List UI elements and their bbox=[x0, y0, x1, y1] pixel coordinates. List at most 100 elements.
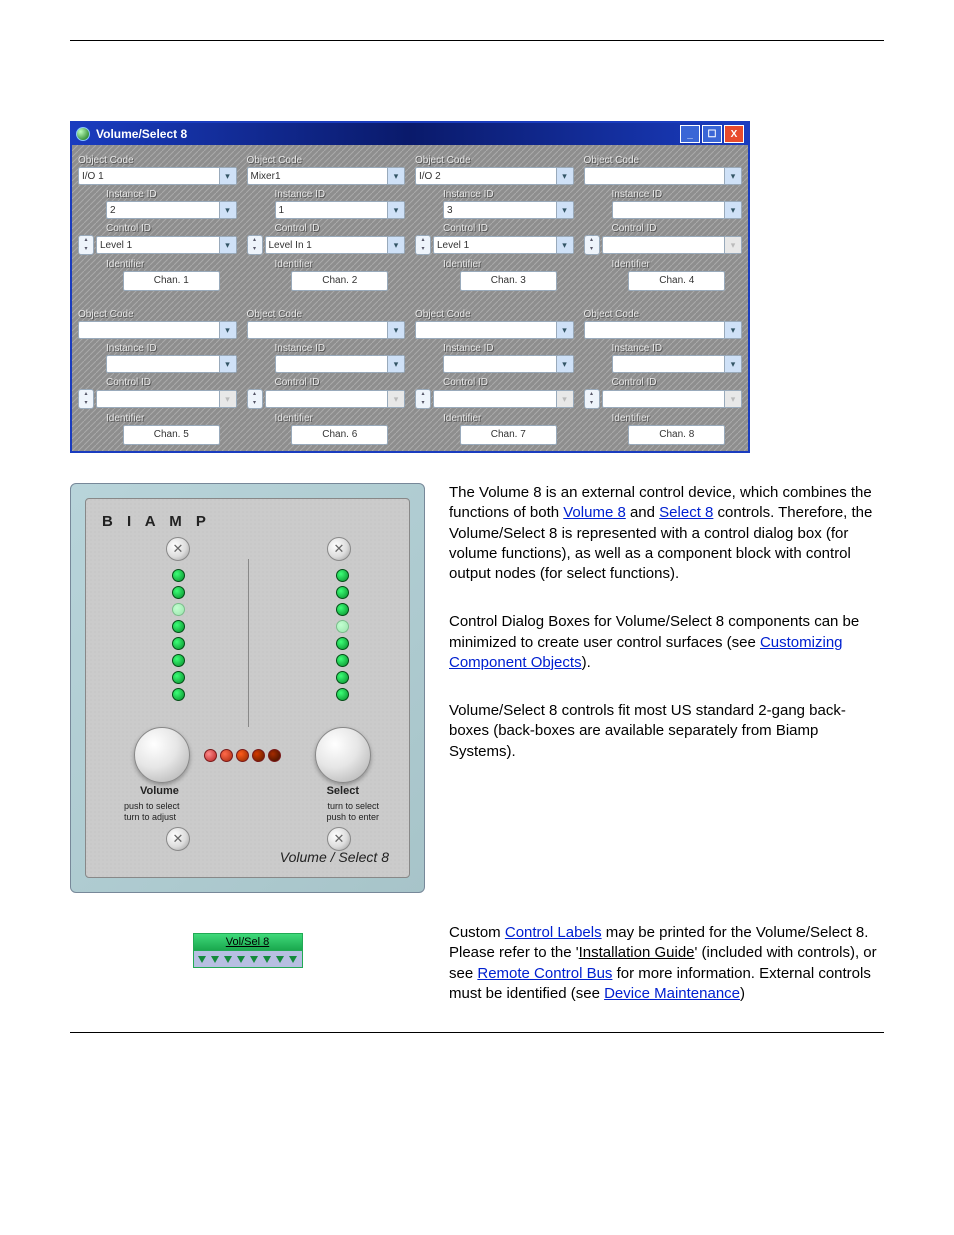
instance-id-select[interactable]: ▾ bbox=[275, 355, 406, 373]
identifier-field[interactable]: Chan. 2 bbox=[291, 271, 388, 291]
instance-id-select[interactable]: 3▾ bbox=[443, 201, 574, 219]
control-id-label: Control ID bbox=[612, 377, 743, 388]
object-code-label: Object Code bbox=[415, 155, 574, 166]
select8-link[interactable]: Select 8 bbox=[659, 504, 713, 521]
volume-knob[interactable] bbox=[134, 727, 190, 783]
identifier-label: Identifier bbox=[106, 413, 237, 424]
chevron-down-icon: ▾ bbox=[219, 202, 236, 218]
control-id-label: Control ID bbox=[106, 223, 237, 234]
minimize-button[interactable]: _ bbox=[680, 125, 700, 143]
control-id-label: Control ID bbox=[612, 223, 743, 234]
remote-control-bus-link[interactable]: Remote Control Bus bbox=[477, 965, 612, 982]
control-id-select[interactable]: Level 1▾ bbox=[433, 236, 574, 254]
screw-icon: ✕ bbox=[166, 537, 190, 561]
select-sublabel: turn to selectpush to enter bbox=[326, 801, 379, 823]
instance-id-label: Instance ID bbox=[275, 343, 406, 354]
object-code-label: Object Code bbox=[247, 155, 406, 166]
order-stepper[interactable]: ▴▾ bbox=[415, 235, 431, 255]
chevron-down-icon: ▾ bbox=[219, 356, 236, 372]
order-stepper: ▴▾ bbox=[584, 235, 600, 255]
volume-label: Volume bbox=[140, 785, 179, 797]
identifier-field[interactable]: Chan. 6 bbox=[291, 425, 388, 445]
instance-id-select[interactable]: ▾ bbox=[443, 355, 574, 373]
identifier-field[interactable]: Chan. 1 bbox=[123, 271, 220, 291]
instance-id-label: Instance ID bbox=[612, 189, 743, 200]
order-stepper: ▴▾ bbox=[78, 389, 94, 409]
object-code-select[interactable]: ▾ bbox=[584, 321, 743, 339]
instance-id-label: Instance ID bbox=[612, 343, 743, 354]
instance-id-select[interactable]: 2▾ bbox=[106, 201, 237, 219]
chevron-down-icon: ▾ bbox=[387, 202, 404, 218]
chevron-down-icon: ▾ bbox=[724, 168, 741, 184]
channel-column: Object Code▾Instance ID▾Control ID▴▾▾Ide… bbox=[247, 305, 406, 445]
control-id-select: ▾ bbox=[265, 390, 406, 408]
object-code-label: Object Code bbox=[415, 309, 574, 320]
select-leds bbox=[336, 569, 349, 701]
object-code-select[interactable]: ▾ bbox=[78, 321, 237, 339]
dialog-icon bbox=[76, 127, 90, 141]
device-title: Volume / Select 8 bbox=[280, 849, 389, 865]
object-code-select[interactable]: ▾ bbox=[584, 167, 743, 185]
screw-icon: ✕ bbox=[327, 827, 351, 851]
chevron-down-icon: ▾ bbox=[387, 391, 404, 407]
chevron-down-icon: ▾ bbox=[219, 237, 236, 253]
device-maintenance-link[interactable]: Device Maintenance bbox=[604, 985, 740, 1002]
order-stepper[interactable]: ▴▾ bbox=[247, 235, 263, 255]
labels-text: Custom Control Labels may be printed for… bbox=[449, 923, 884, 1032]
dialog-title: Volume/Select 8 bbox=[96, 127, 187, 141]
control-id-label: Control ID bbox=[443, 377, 574, 388]
select-knob[interactable] bbox=[315, 727, 371, 783]
control-id-select[interactable]: Level 1▾ bbox=[96, 236, 237, 254]
channel-column: Object CodeI/O 2▾Instance ID3▾Control ID… bbox=[415, 151, 574, 291]
component-block[interactable]: Vol/Sel 8 bbox=[193, 933, 303, 968]
object-code-label: Object Code bbox=[584, 155, 743, 166]
instance-id-select[interactable]: ▾ bbox=[106, 355, 237, 373]
chevron-down-icon: ▾ bbox=[556, 356, 573, 372]
control-labels-link[interactable]: Control Labels bbox=[505, 924, 602, 941]
volume-select-dialog: Volume/Select 8 _ ☐ X Object CodeI/O 1▾I… bbox=[70, 121, 750, 453]
dialog-titlebar[interactable]: Volume/Select 8 _ ☐ X bbox=[72, 123, 748, 145]
chevron-down-icon: ▾ bbox=[387, 356, 404, 372]
channel-column: Object Code▾Instance ID▾Control ID▴▾▾Ide… bbox=[415, 305, 574, 445]
close-button[interactable]: X bbox=[724, 125, 744, 143]
order-stepper[interactable]: ▴▾ bbox=[78, 235, 94, 255]
object-code-select[interactable]: I/O 2▾ bbox=[415, 167, 574, 185]
dialog-body: Object CodeI/O 1▾Instance ID2▾Control ID… bbox=[72, 145, 748, 451]
chevron-down-icon: ▾ bbox=[724, 322, 741, 338]
instance-id-select[interactable]: ▾ bbox=[612, 355, 743, 373]
object-code-select[interactable]: ▾ bbox=[415, 321, 574, 339]
footer-rule bbox=[70, 1032, 884, 1033]
identifier-field[interactable]: Chan. 7 bbox=[460, 425, 557, 445]
chevron-down-icon: ▾ bbox=[556, 202, 573, 218]
volume8-link[interactable]: Volume 8 bbox=[563, 504, 626, 521]
object-code-select[interactable]: Mixer1▾ bbox=[247, 167, 406, 185]
chevron-down-icon: ▾ bbox=[556, 237, 573, 253]
channel-column: Object CodeI/O 1▾ Instance ID2▾ Control ID… bbox=[78, 151, 237, 291]
instance-id-select[interactable]: 1▾ bbox=[275, 201, 406, 219]
object-code-label: Object Code bbox=[584, 309, 743, 320]
instance-id-label: Instance ID bbox=[106, 189, 237, 200]
chevron-down-icon: ▾ bbox=[219, 322, 236, 338]
object-code-label: Object Code bbox=[78, 155, 237, 166]
identifier-field[interactable]: Chan. 3 bbox=[460, 271, 557, 291]
channel-column: Object CodeMixer1▾Instance ID1▾Control I… bbox=[247, 151, 406, 291]
order-stepper: ▴▾ bbox=[247, 389, 263, 409]
control-id-select[interactable]: Level In 1▾ bbox=[265, 236, 406, 254]
chevron-down-icon: ▾ bbox=[724, 391, 741, 407]
identifier-field[interactable]: Chan. 5 bbox=[123, 425, 220, 445]
select-label: Select bbox=[327, 785, 359, 797]
identifier-label: Identifier bbox=[612, 413, 743, 424]
identifier-field[interactable]: Chan. 4 bbox=[628, 271, 725, 291]
instance-id-select[interactable]: ▾ bbox=[612, 201, 743, 219]
identifier-label: Identifier bbox=[106, 259, 237, 270]
maximize-button[interactable]: ☐ bbox=[702, 125, 722, 143]
object-code-select[interactable]: ▾ bbox=[247, 321, 406, 339]
object-code-label: Object Code bbox=[78, 309, 237, 320]
control-id-label: Control ID bbox=[275, 223, 406, 234]
control-id-select: ▾ bbox=[96, 390, 237, 408]
identifier-label: Identifier bbox=[612, 259, 743, 270]
identifier-field[interactable]: Chan. 8 bbox=[628, 425, 725, 445]
object-code-select[interactable]: I/O 1▾ bbox=[78, 167, 237, 185]
volume-sublabel: push to selectturn to adjust bbox=[124, 801, 180, 823]
channel-column: Object Code▾Instance ID▾Control ID▴▾▾Ide… bbox=[584, 305, 743, 445]
